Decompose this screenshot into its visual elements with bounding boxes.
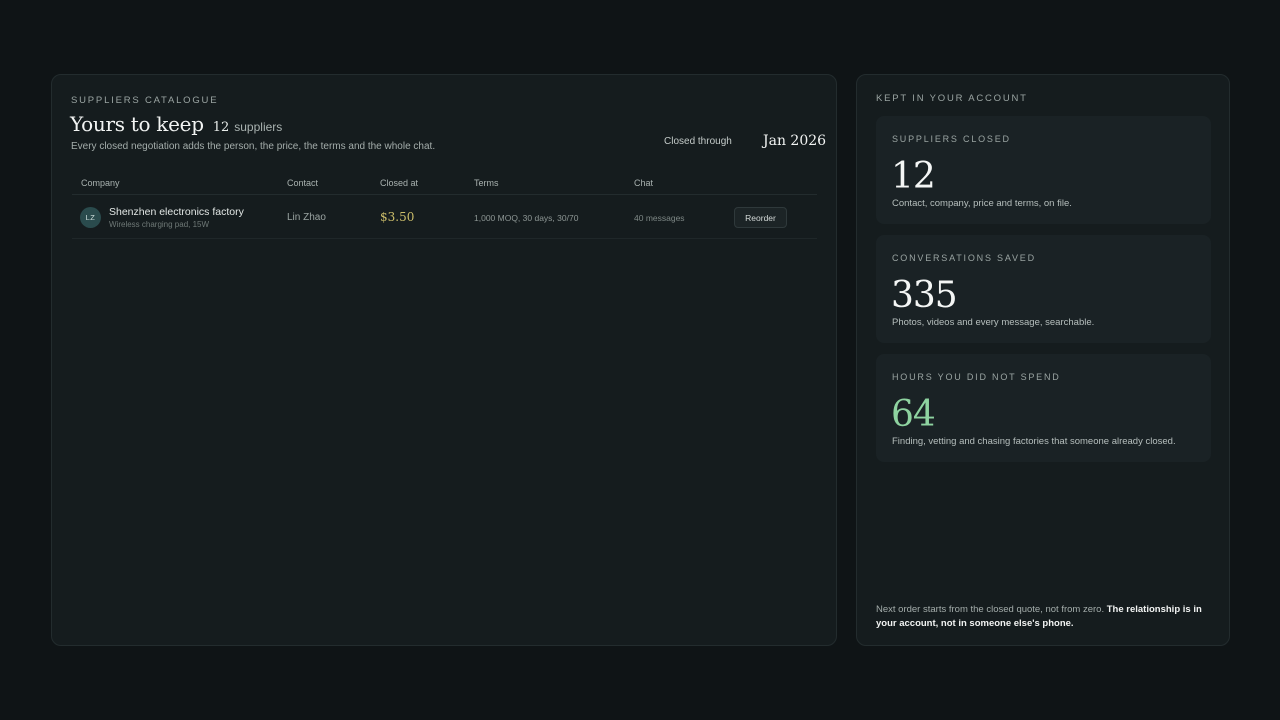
column-header-closed-at: Closed at <box>380 178 419 188</box>
closed-price: $3.50 <box>380 210 415 224</box>
supplier-count: 12 <box>212 120 230 135</box>
supplier-count-label: suppliers <box>234 120 283 134</box>
avatar: LZ <box>80 207 101 228</box>
stat-card-hours-saved: HOURS YOU DID NOT SPEND 64 Finding, vett… <box>876 354 1211 462</box>
table-row[interactable]: LZ Shenzhen electronics factory Wireless… <box>72 195 817 239</box>
stat-card-suppliers-closed: SUPPLIERS CLOSED 12 Contact, company, pr… <box>876 116 1211 224</box>
stat-description: Contact, company, price and terms, on fi… <box>892 198 1072 209</box>
suppliers-table: Company Contact Closed at Terms Chat LZ … <box>72 171 817 239</box>
column-header-company: Company <box>81 178 120 188</box>
contact-name: Lin Zhao <box>287 212 326 223</box>
product-name: Wireless charging pad, 15W <box>109 220 210 229</box>
column-header-terms: Terms <box>474 178 499 188</box>
stat-label: HOURS YOU DID NOT SPEND <box>892 372 1061 382</box>
title-row: Yours to keep 12 suppliers <box>70 112 282 136</box>
account-panel: KEPT IN YOUR ACCOUNT SUPPLIERS CLOSED 12… <box>856 74 1230 646</box>
stat-label: SUPPLIERS CLOSED <box>892 134 1011 144</box>
stat-card-conversations-saved: CONVERSATIONS SAVED 335 Photos, videos a… <box>876 235 1211 343</box>
column-header-contact: Contact <box>287 178 319 188</box>
table-header: Company Contact Closed at Terms Chat <box>72 171 817 195</box>
stat-description: Finding, vetting and chasing factories t… <box>892 436 1176 447</box>
account-footer-note: Next order starts from the closed quote,… <box>876 603 1216 631</box>
account-eyebrow: KEPT IN YOUR ACCOUNT <box>876 93 1028 104</box>
catalogue-eyebrow: SUPPLIERS CATALOGUE <box>71 95 219 106</box>
closed-through-date: Jan 2026 <box>763 133 827 149</box>
closed-through-label: Closed through <box>664 136 732 147</box>
stat-value: 64 <box>891 394 936 435</box>
column-header-chat: Chat <box>634 178 654 188</box>
suppliers-catalogue-panel: SUPPLIERS CATALOGUE Yours to keep 12 sup… <box>51 74 837 646</box>
stat-description: Photos, videos and every message, search… <box>892 317 1095 328</box>
stat-label: CONVERSATIONS SAVED <box>892 253 1036 263</box>
company-name[interactable]: Shenzhen electronics factory <box>109 206 244 218</box>
catalogue-subtitle: Every closed negotiation adds the person… <box>71 141 436 152</box>
page-title: Yours to keep <box>70 112 204 136</box>
chat-link[interactable]: 40 messages <box>634 213 685 223</box>
footer-note-text: Next order starts from the closed quote,… <box>876 604 1105 615</box>
stat-value: 12 <box>891 156 936 197</box>
stat-value: 335 <box>891 275 958 316</box>
reorder-button[interactable]: Reorder <box>734 207 787 228</box>
terms-text: 1,000 MOQ, 30 days, 30/70 <box>474 213 579 223</box>
